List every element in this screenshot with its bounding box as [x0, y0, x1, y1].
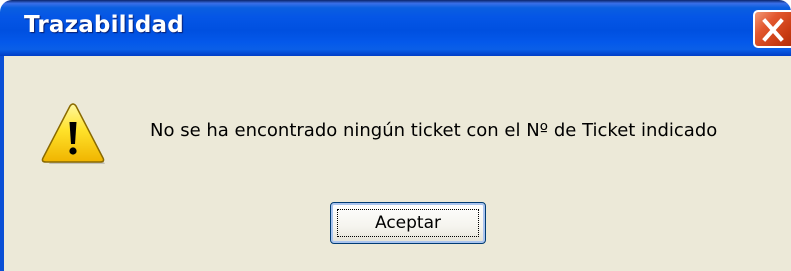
message-dialog: Trazabilidad No se ha encontrado ningún …	[0, 0, 791, 271]
title-bar[interactable]: Trazabilidad	[0, 0, 791, 56]
dialog-body: No se ha encontrado ningún ticket con el…	[0, 56, 791, 271]
close-icon	[762, 18, 784, 42]
close-button[interactable]	[753, 10, 791, 48]
dialog-message: No se ha encontrado ningún ticket con el…	[150, 120, 718, 141]
ok-button[interactable]: Aceptar	[330, 202, 486, 244]
ok-button-label: Aceptar	[337, 209, 479, 237]
window-title: Trazabilidad	[24, 12, 184, 38]
warning-icon	[41, 103, 105, 164]
